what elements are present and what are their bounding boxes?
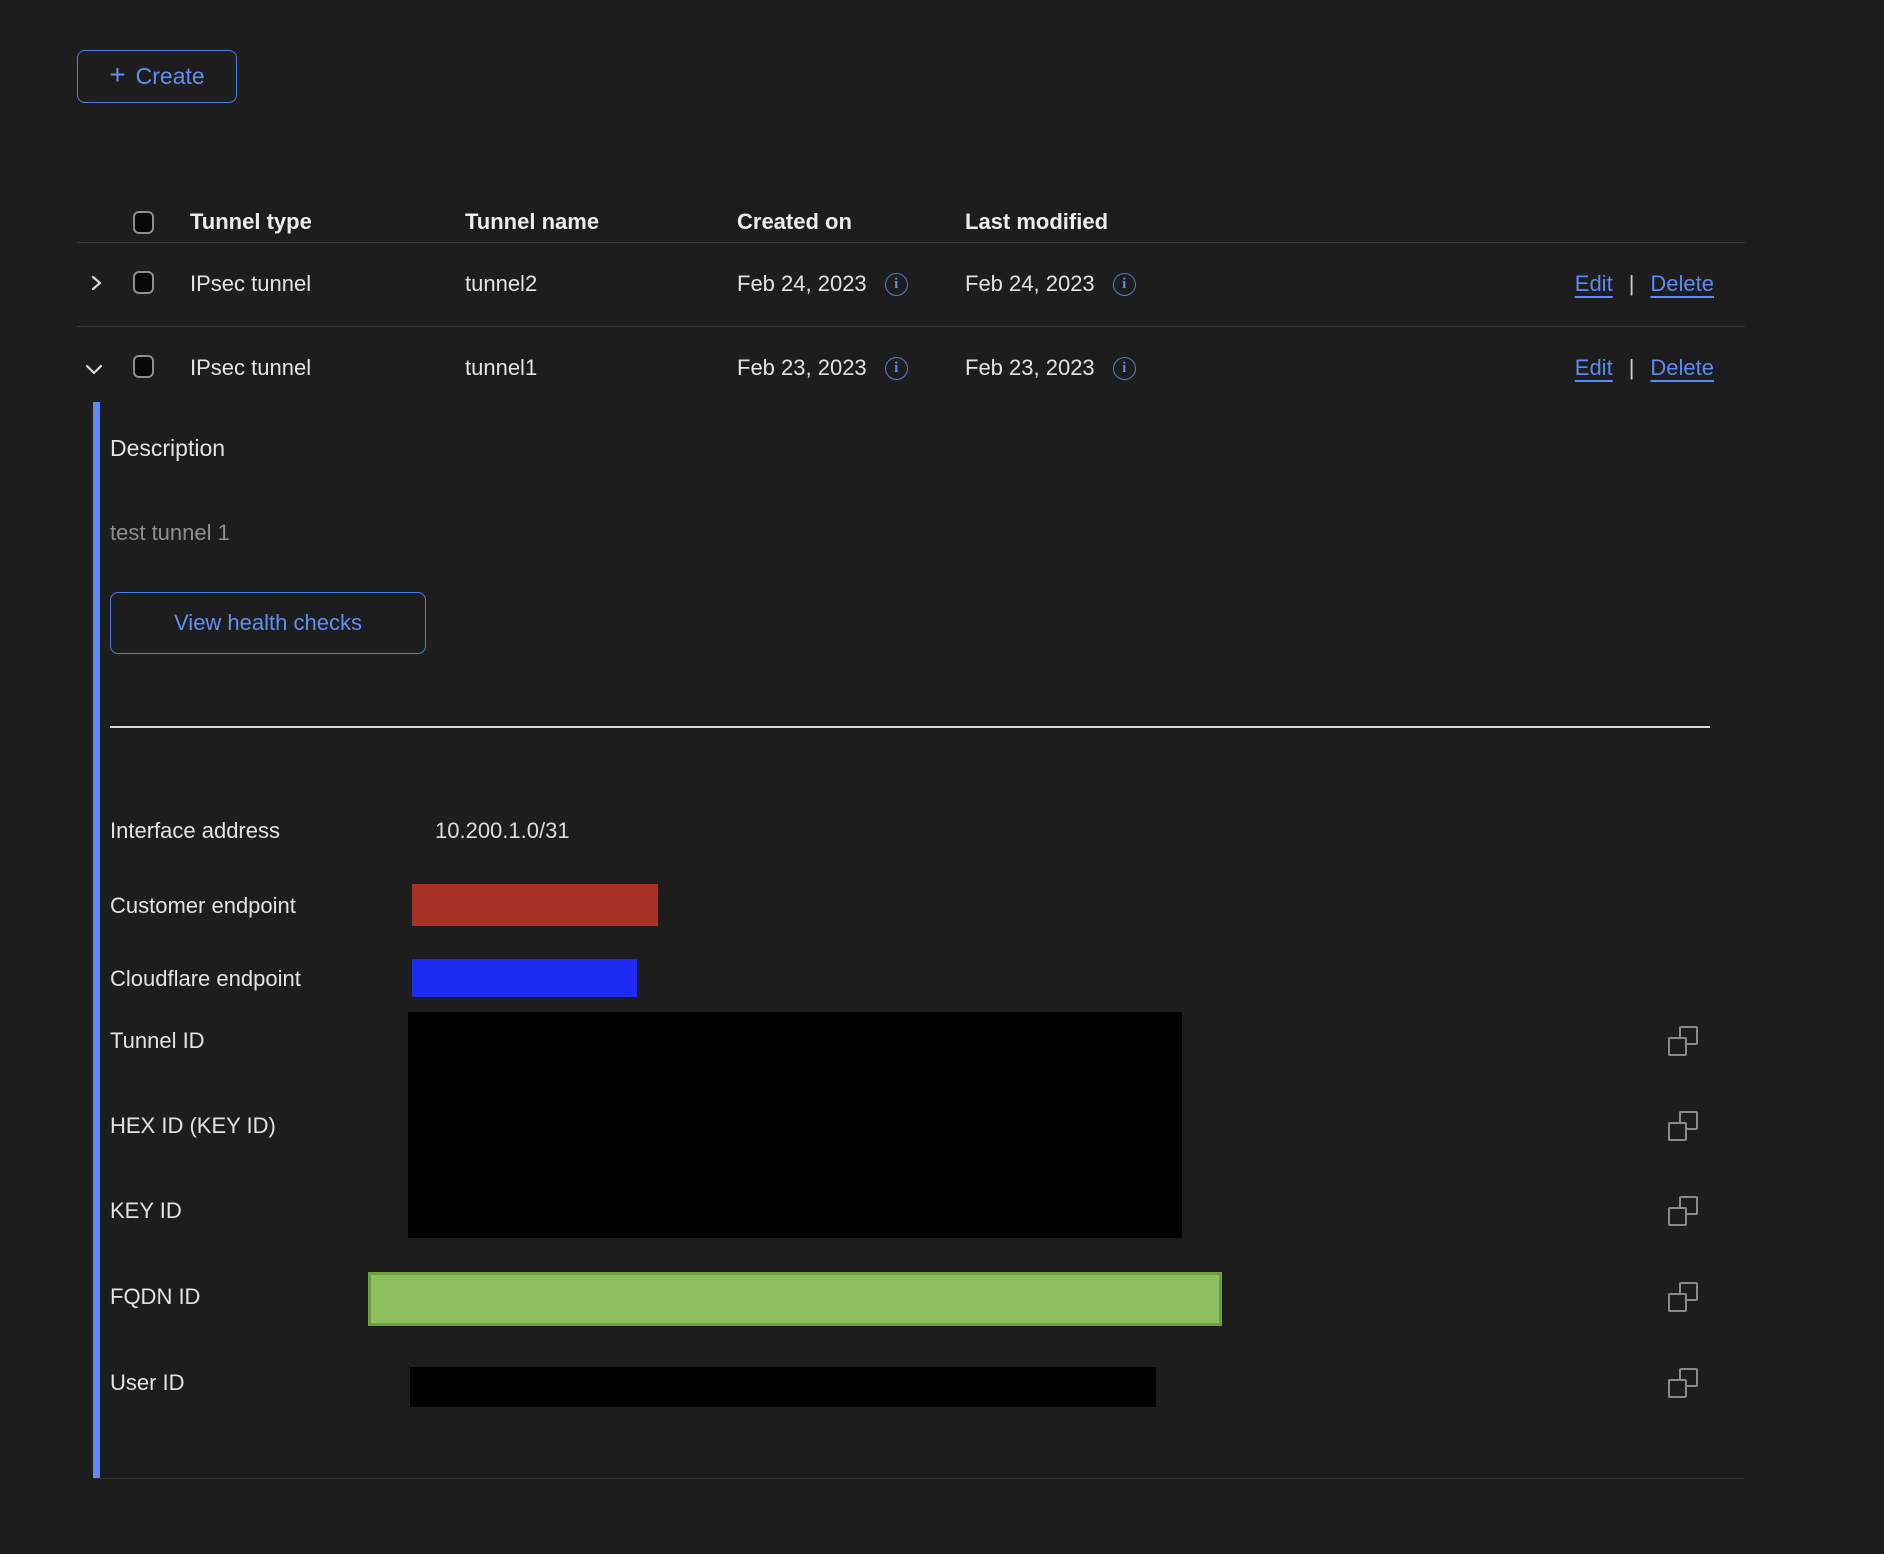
field-value-interface-address: 10.200.1.0/31	[435, 817, 570, 845]
edit-link[interactable]: Edit	[1575, 268, 1613, 300]
table-row: IPsec tunnel tunnel1 Feb 23, 2023 i Feb …	[77, 326, 1745, 410]
row-checkbox[interactable]	[133, 271, 154, 294]
redaction-block-user-id	[410, 1367, 1156, 1407]
copy-icon-front-square	[1668, 1379, 1687, 1398]
tunnel-type-value: IPsec tunnel	[190, 268, 311, 300]
created-on-value: Feb 24, 2023	[737, 268, 867, 300]
field-label-fqdn-id: FQDN ID	[110, 1283, 200, 1311]
delete-link[interactable]: Delete	[1650, 268, 1714, 300]
copy-icon[interactable]	[1668, 1368, 1698, 1398]
expanded-row-bottom-divider	[93, 1478, 1745, 1479]
redaction-block-customer-endpoint	[412, 884, 658, 926]
column-header-created-on: Created on	[737, 206, 852, 238]
select-all-checkbox[interactable]	[133, 211, 154, 234]
create-button[interactable]: + Create	[77, 50, 237, 103]
tunnel-type-value: IPsec tunnel	[190, 352, 311, 384]
copy-icon[interactable]	[1668, 1111, 1698, 1141]
field-label-user-id: User ID	[110, 1369, 185, 1397]
copy-icon-front-square	[1668, 1293, 1687, 1312]
copy-icon-front-square	[1668, 1122, 1687, 1141]
expanded-row-accent-bar	[93, 402, 100, 1478]
last-modified-cell: Feb 24, 2023 i	[965, 268, 1136, 300]
field-label-hex-id: HEX ID (KEY ID)	[110, 1112, 276, 1140]
section-divider	[110, 726, 1710, 728]
redaction-block-cloudflare-endpoint	[412, 959, 637, 997]
field-label-cloudflare-endpoint: Cloudflare endpoint	[110, 965, 301, 993]
delete-link[interactable]: Delete	[1650, 352, 1714, 384]
column-header-last-modified: Last modified	[965, 206, 1108, 238]
created-on-cell: Feb 24, 2023 i	[737, 268, 908, 300]
field-label-key-id: KEY ID	[110, 1197, 182, 1225]
row-actions: Edit | Delete	[1575, 268, 1714, 300]
created-on-cell: Feb 23, 2023 i	[737, 352, 908, 384]
chevron-right-icon[interactable]	[86, 273, 106, 293]
create-button-label: Create	[136, 63, 205, 90]
description-label: Description	[110, 435, 225, 462]
tunnel-name-value: tunnel1	[465, 352, 537, 384]
copy-icon-front-square	[1668, 1037, 1687, 1056]
last-modified-cell: Feb 23, 2023 i	[965, 352, 1136, 384]
chevron-down-icon[interactable]	[83, 360, 103, 380]
field-label-interface-address: Interface address	[110, 817, 280, 845]
column-header-tunnel-type: Tunnel type	[190, 206, 312, 238]
info-icon[interactable]: i	[1113, 357, 1136, 380]
field-label-tunnel-id: Tunnel ID	[110, 1027, 205, 1055]
redaction-block-ids	[408, 1012, 1182, 1238]
created-on-value: Feb 23, 2023	[737, 352, 867, 384]
info-icon[interactable]: i	[1113, 273, 1136, 296]
view-health-checks-button[interactable]: View health checks	[110, 592, 426, 654]
redaction-block-fqdn-id	[368, 1272, 1222, 1326]
field-label-customer-endpoint: Customer endpoint	[110, 892, 296, 920]
action-separator: |	[1629, 352, 1635, 384]
tunnel-name-value: tunnel2	[465, 268, 537, 300]
action-separator: |	[1629, 268, 1635, 300]
table-row: IPsec tunnel tunnel2 Feb 24, 2023 i Feb …	[77, 242, 1745, 327]
tunnels-page: + Create Tunnel type Tunnel name Created…	[0, 0, 1884, 1554]
copy-icon[interactable]	[1668, 1026, 1698, 1056]
row-checkbox[interactable]	[133, 355, 154, 378]
row-actions: Edit | Delete	[1575, 352, 1714, 384]
description-value: test tunnel 1	[110, 520, 230, 546]
edit-link[interactable]: Edit	[1575, 352, 1613, 384]
info-icon[interactable]: i	[885, 357, 908, 380]
info-icon[interactable]: i	[885, 273, 908, 296]
copy-icon[interactable]	[1668, 1282, 1698, 1312]
plus-icon: +	[109, 61, 125, 89]
table-header-row: Tunnel type Tunnel name Created on Last …	[77, 158, 1745, 243]
copy-icon-front-square	[1668, 1207, 1687, 1226]
last-modified-value: Feb 23, 2023	[965, 352, 1095, 384]
last-modified-value: Feb 24, 2023	[965, 268, 1095, 300]
column-header-tunnel-name: Tunnel name	[465, 206, 599, 238]
copy-icon[interactable]	[1668, 1196, 1698, 1226]
